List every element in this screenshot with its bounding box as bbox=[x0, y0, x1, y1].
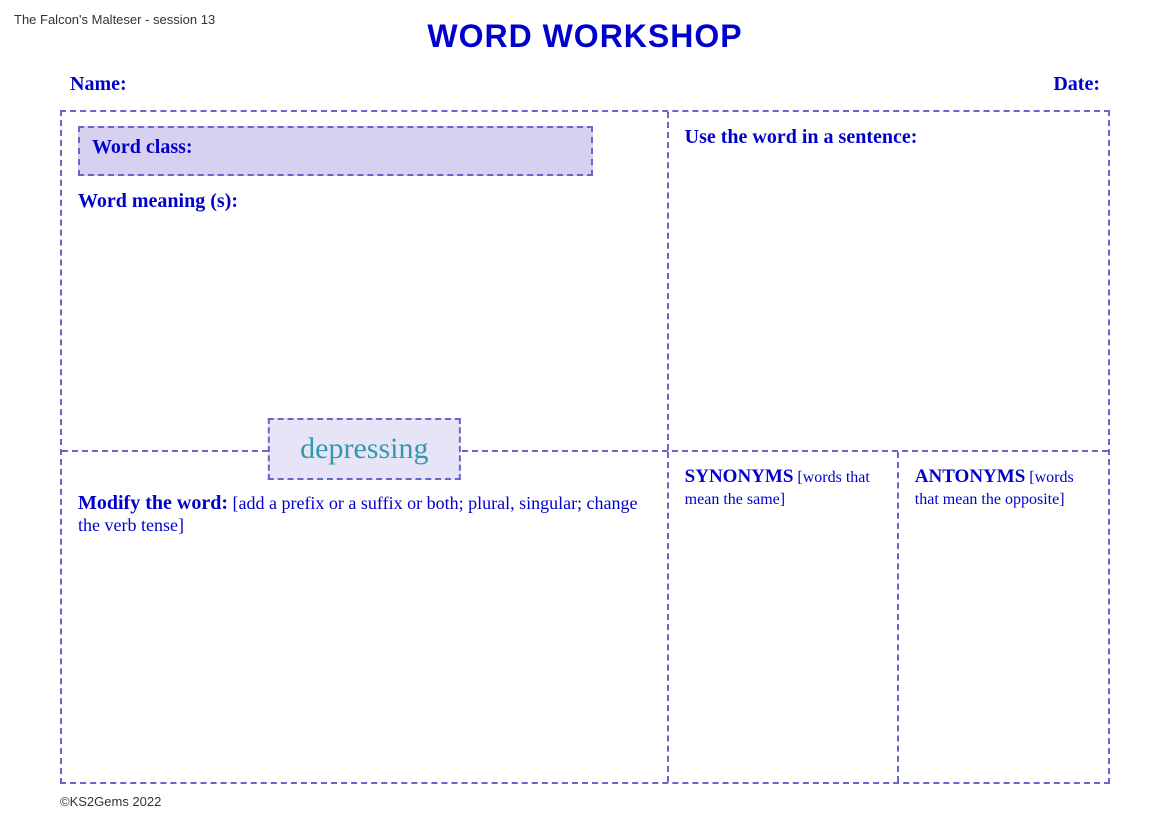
date-label: Date: bbox=[1053, 73, 1100, 96]
main-grid: Word class: Word meaning (s): depressing… bbox=[60, 110, 1110, 784]
use-sentence-label: Use the word in a sentence: bbox=[685, 126, 1092, 149]
modify-label: Modify the word: [add a prefix or a suff… bbox=[78, 492, 651, 537]
top-right-section: Use the word in a sentence: bbox=[669, 112, 1108, 450]
antonyms-section: ANTONYMS [words that mean the opposite] bbox=[899, 452, 1108, 782]
top-left-section: Word class: Word meaning (s): depressing bbox=[62, 112, 669, 450]
synonyms-main-label: SYNONYMS bbox=[685, 466, 794, 487]
antonyms-label: ANTONYMS [words that mean the opposite] bbox=[915, 466, 1092, 510]
modify-main-label: Modify the word: bbox=[78, 492, 228, 514]
top-half: Word class: Word meaning (s): depressing… bbox=[62, 112, 1108, 452]
session-label: The Falcon's Malteser - session 13 bbox=[14, 12, 215, 27]
word-class-label: Word class: bbox=[92, 136, 193, 158]
synonyms-label: SYNONYMS [words that mean the same] bbox=[685, 466, 881, 510]
center-word-container: depressing bbox=[268, 418, 460, 480]
synonyms-section: SYNONYMS [words that mean the same] bbox=[669, 452, 899, 782]
bottom-half: Modify the word: [add a prefix or a suff… bbox=[62, 452, 1108, 782]
name-label: Name: bbox=[70, 73, 127, 96]
antonyms-main-label: ANTONYMS bbox=[915, 466, 1026, 487]
name-date-row: Name: Date: bbox=[60, 73, 1110, 96]
word-meaning-label: Word meaning (s): bbox=[78, 190, 651, 213]
page-title: WORD WORKSHOP bbox=[60, 18, 1110, 55]
word-class-box[interactable]: Word class: bbox=[78, 126, 593, 176]
bottom-left-section: Modify the word: [add a prefix or a suff… bbox=[62, 452, 669, 782]
center-word-box: depressing bbox=[268, 418, 460, 480]
footer: ©KS2Gems 2022 bbox=[60, 794, 1110, 809]
